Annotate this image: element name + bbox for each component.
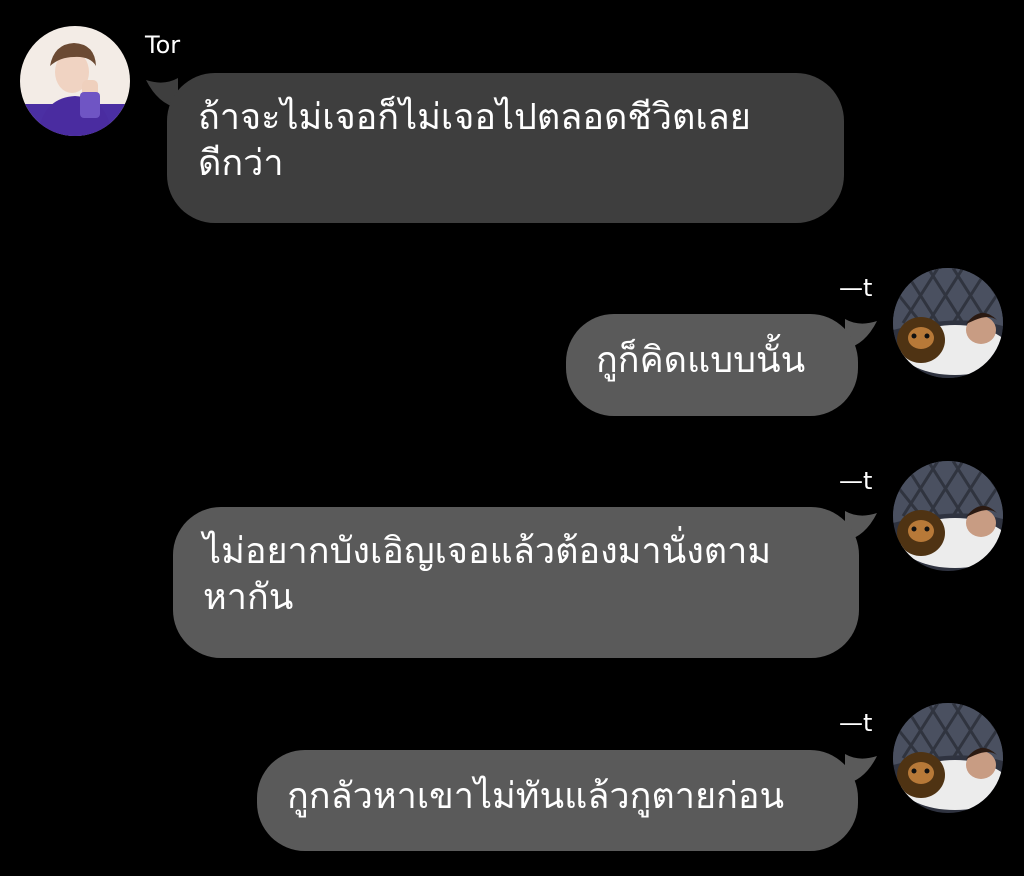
message-text: กูกลัวหาเขาไม่ทันแล้วกูตายก่อน: [287, 776, 785, 817]
message-text: ไม่อยากบังเอิญเจอแล้วต้องมานั่งตาม หากัน: [203, 531, 772, 618]
tor-avatar-icon[interactable]: [20, 26, 130, 136]
message-bubble-outgoing[interactable]: กูก็คิดแบบนั้น: [566, 314, 858, 416]
outgoing-avatar-icon[interactable]: [893, 703, 1003, 813]
sender-name-label: —t: [839, 709, 873, 737]
outgoing-avatar-icon[interactable]: [893, 461, 1003, 571]
message-text: ถ้าจะไม่เจอก็ไม่เจอไปตลอดชีวิตเลย ดีกว่า: [198, 97, 751, 184]
message-bubble-incoming[interactable]: ถ้าจะไม่เจอก็ไม่เจอไปตลอดชีวิตเลย ดีกว่า: [167, 73, 844, 223]
message-bubble-outgoing[interactable]: กูกลัวหาเขาไม่ทันแล้วกูตายก่อน: [257, 750, 858, 851]
outgoing-avatar-icon[interactable]: [893, 268, 1003, 378]
message-bubble-outgoing[interactable]: ไม่อยากบังเอิญเจอแล้วต้องมานั่งตาม หากัน: [173, 507, 859, 658]
sender-name-label: —t: [839, 274, 873, 302]
message-text: กูก็คิดแบบนั้น: [596, 340, 806, 381]
tor-name-label: Tor: [145, 31, 181, 59]
sender-name-label: —t: [839, 467, 873, 495]
